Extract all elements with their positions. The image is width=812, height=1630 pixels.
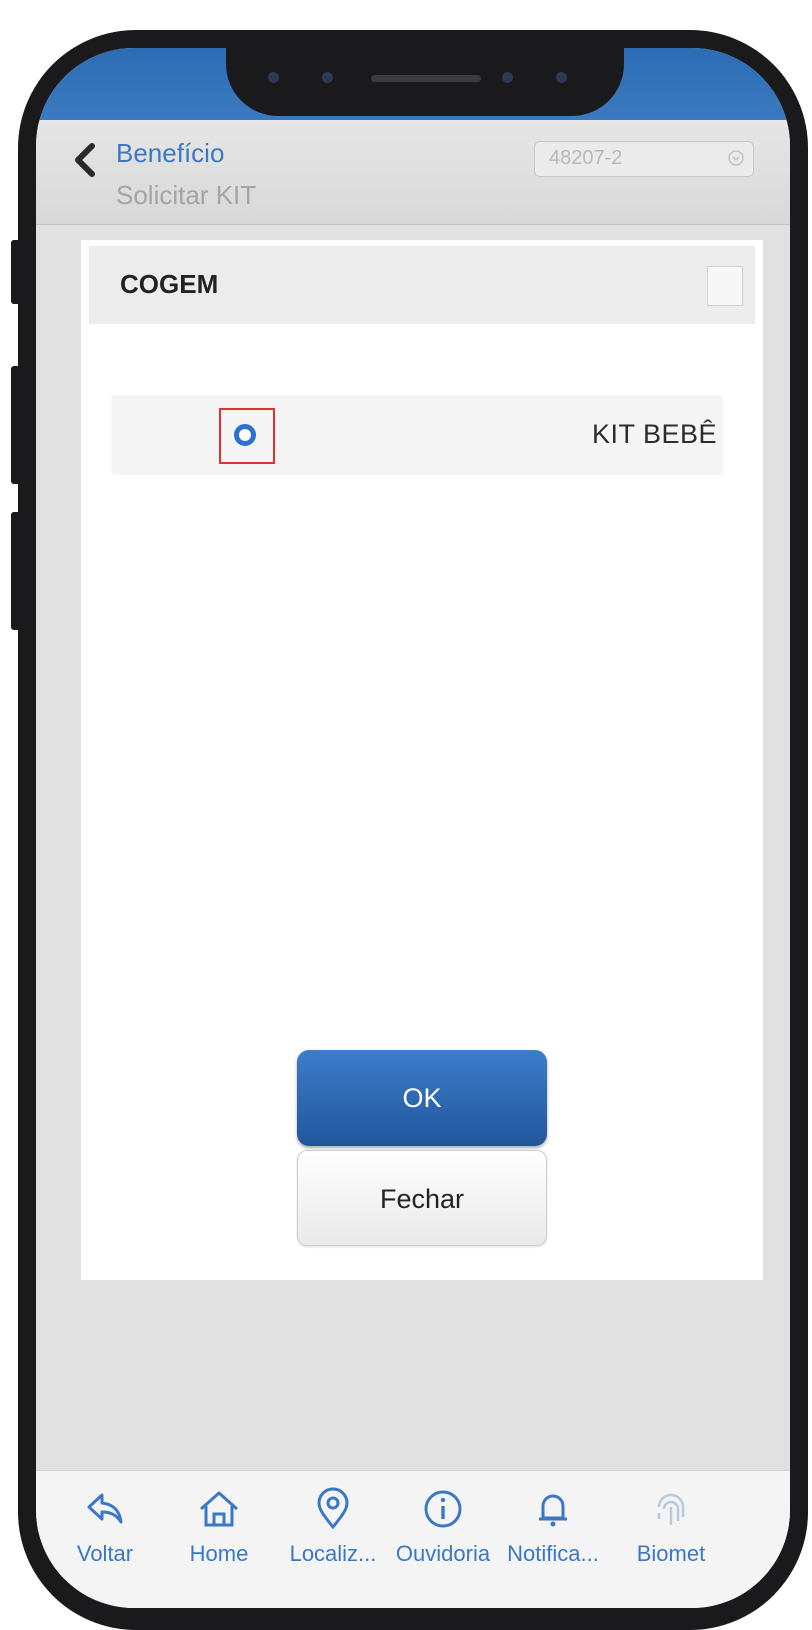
sensor-dot [502, 72, 513, 83]
select-all-checkbox[interactable] [707, 266, 743, 306]
bell-icon [539, 1494, 567, 1527]
option-row[interactable]: KIT BEBÊ [111, 395, 723, 475]
tab-localiz[interactable]: Localiz... [278, 1479, 388, 1599]
ok-button-label: OK [402, 1083, 442, 1113]
chevron-down-icon [728, 150, 744, 166]
tab-biometria[interactable]: Biomet [616, 1479, 726, 1599]
sensor-dot [268, 72, 279, 83]
location-pin-icon [317, 1487, 349, 1530]
dialog-title: COGEM [120, 269, 219, 299]
page-subtitle: Solicitar KIT [116, 180, 257, 210]
tab-bar: Voltar Home Localiz... Ouvidoria Notific… [36, 1470, 790, 1608]
navigation-bar: Benefício Solicitar KIT 48207-2 [36, 120, 790, 225]
notch [226, 48, 624, 116]
selection-dialog: COGEM KIT BEBÊ OK Fechar [81, 240, 763, 1280]
tab-label: Voltar [76, 1541, 134, 1566]
sensor-dot [556, 72, 567, 83]
tab-label: Localiz... [289, 1541, 377, 1566]
phone-screen: Benefício Solicitar KIT 48207-2 COGEM KI… [36, 48, 790, 1608]
home-icon [200, 1491, 238, 1527]
tab-notificacoes[interactable]: Notifica... [498, 1479, 608, 1599]
tab-voltar[interactable]: Voltar [50, 1479, 160, 1599]
option-radio[interactable] [234, 424, 256, 446]
tab-label: Ouvidoria [395, 1541, 491, 1566]
tab-ouvidoria[interactable]: Ouvidoria [388, 1479, 498, 1599]
info-icon [424, 1490, 462, 1528]
ok-button[interactable]: OK [297, 1050, 547, 1146]
earpiece-speaker [371, 75, 481, 82]
close-button[interactable]: Fechar [297, 1150, 547, 1246]
page-title[interactable]: Benefício [116, 138, 224, 169]
tab-label: Home [189, 1541, 249, 1566]
share-back-icon [87, 1493, 123, 1524]
tab-home[interactable]: Home [164, 1479, 274, 1599]
fingerprint-icon [657, 1493, 685, 1525]
account-select[interactable]: 48207-2 [534, 141, 754, 177]
close-button-label: Fechar [379, 1184, 465, 1214]
back-chevron-icon[interactable] [66, 140, 106, 180]
option-label: KIT BEBÊ [591, 419, 717, 449]
tab-label: Biomet [636, 1541, 706, 1566]
dialog-header: COGEM [89, 246, 755, 324]
camera-dot [322, 72, 333, 83]
tab-label: Notifica... [507, 1541, 599, 1566]
highlight-box [219, 408, 275, 464]
account-value: 48207-2 [549, 147, 623, 169]
